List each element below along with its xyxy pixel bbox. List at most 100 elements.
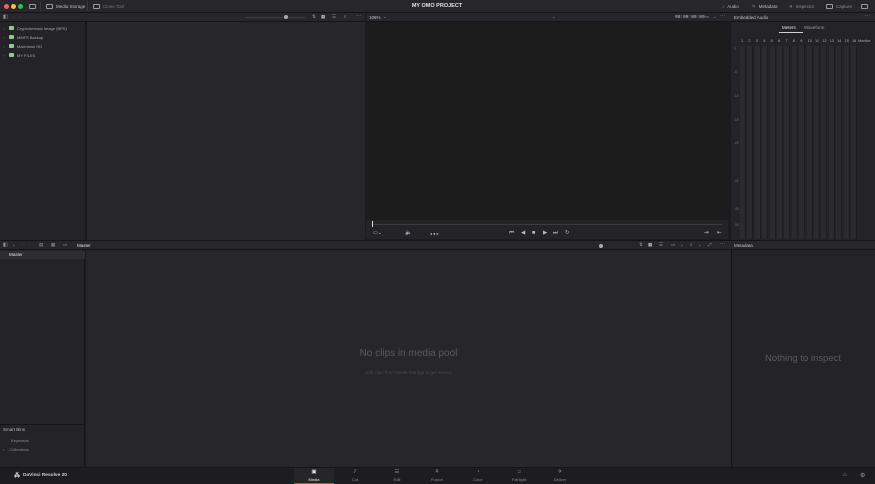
- metadata-panel-button[interactable]: ✎ Metadata: [752, 2, 778, 11]
- more-options-icon[interactable]: ···: [865, 13, 870, 19]
- go-to-end-button[interactable]: ⏭: [553, 230, 558, 237]
- loop-button[interactable]: ↻: [565, 230, 570, 236]
- bin-list-toggle-icon[interactable]: ◧: [3, 242, 8, 248]
- bin-list: [0, 250, 85, 467]
- go-to-start-button[interactable]: ⏮: [509, 230, 514, 237]
- home-icon[interactable]: ⌂: [843, 472, 847, 478]
- meter-channel-number: 9: [800, 39, 803, 43]
- inspector-panel-button[interactable]: ✕ Inspector: [789, 2, 814, 11]
- media-pool-toolbar: ◧ ⌄ ‹ › ▤ ▦ ▭ Master ⇅ ▦ ☰ ▭ ⌄ ⌕ ⌄ ⤢ ···: [0, 240, 731, 250]
- thumbnail-view-icon[interactable]: ▦: [321, 14, 325, 20]
- db-scale-mark: -50: [734, 223, 739, 227]
- storage-item[interactable]: › Cryptoforensic Image (BPS): [3, 24, 67, 32]
- page-tab-deliver[interactable]: ✈ Deliver: [540, 468, 580, 484]
- meter-channel-number: 2: [748, 39, 751, 43]
- nothing-to-inspect: Nothing to inspect: [764, 353, 842, 364]
- storage-browser-area[interactable]: [87, 22, 365, 240]
- meter-bar: [806, 46, 813, 239]
- page-tab-label: Media: [308, 476, 320, 482]
- back-arrow-icon[interactable]: ‹: [22, 242, 23, 247]
- chevron-down-icon[interactable]: ⌄: [713, 14, 716, 19]
- grid-icon[interactable]: ▦: [51, 242, 55, 248]
- storage-item[interactable]: › MY FILES: [3, 51, 35, 59]
- tab-meters[interactable]: Meters: [782, 25, 796, 30]
- back-arrow-icon[interactable]: ‹: [13, 14, 14, 19]
- chevron-down-icon[interactable]: ⌄: [12, 242, 15, 247]
- viewer-scrubber[interactable]: [366, 220, 728, 228]
- page-tab-fairlight[interactable]: ♫ Fairlight: [499, 468, 539, 484]
- chevron-down-icon[interactable]: ⌄: [383, 14, 386, 19]
- smart-bin-collections[interactable]: › Collections: [3, 447, 83, 452]
- tab-waveform[interactable]: Waveform: [804, 25, 824, 30]
- page-tab-color[interactable]: ◔ Color: [458, 468, 498, 484]
- minimize-window-button[interactable]: [11, 4, 16, 9]
- viewer-canvas[interactable]: [366, 22, 728, 220]
- search-icon[interactable]: ⌕: [344, 14, 347, 19]
- capture-panel-button[interactable]: Capture: [826, 2, 852, 11]
- bin-master[interactable]: Master: [0, 251, 85, 259]
- viewer-frame-icon[interactable]: ▭⌄: [373, 230, 382, 236]
- monitor-label: Monitor: [858, 39, 871, 43]
- thumbnail-size-slider[interactable]: [245, 17, 305, 18]
- chevron-down-icon[interactable]: ⌄: [680, 242, 683, 247]
- expand-icon[interactable]: ⤢: [708, 242, 712, 247]
- chevron-down-icon[interactable]: ⌄: [552, 14, 555, 19]
- settings-icon[interactable]: ⚙: [860, 472, 865, 479]
- page-tab-fusion[interactable]: ⚘ Fusion: [417, 468, 457, 484]
- clone-tool-button[interactable]: Clone Tool: [93, 2, 124, 11]
- new-bin-icon[interactable]: ▤: [39, 242, 43, 248]
- music-note-icon: ♪: [722, 4, 725, 9]
- panel-toggle-icon[interactable]: ◧: [3, 14, 8, 20]
- sort-icon[interactable]: ⇅: [639, 242, 643, 248]
- filter-icon[interactable]: ▭: [671, 242, 675, 248]
- db-scale-mark: -5: [734, 70, 737, 74]
- meter-bar: [851, 46, 857, 239]
- forward-arrow-icon[interactable]: ›: [29, 242, 30, 247]
- meter-channel-number: 16: [852, 39, 857, 43]
- meter-channel-number: 3: [755, 39, 758, 43]
- page-tab-cut[interactable]: ⫽ Cut: [335, 468, 375, 484]
- stop-button[interactable]: ■: [532, 230, 535, 236]
- meter-bar: [784, 46, 791, 239]
- more-options-icon[interactable]: ···: [720, 241, 725, 247]
- zoom-level[interactable]: 106%: [369, 15, 381, 20]
- page-tab-edit[interactable]: ☰ Edit: [377, 468, 417, 484]
- viewer-mode-icon[interactable]: ▭: [705, 14, 709, 20]
- play-button[interactable]: ▶: [543, 230, 547, 236]
- page-tab-label: Edit: [393, 477, 401, 482]
- more-options-icon[interactable]: ···: [720, 13, 725, 19]
- media-storage-button[interactable]: Media Storage: [46, 2, 85, 11]
- volume-icon[interactable]: 🔈: [405, 230, 412, 236]
- media-storage-icon: [46, 4, 53, 9]
- storage-item[interactable]: › Macintosh HD: [3, 42, 42, 50]
- mark-out-button[interactable]: ⇤: [717, 230, 722, 236]
- forward-arrow-icon[interactable]: ›: [19, 14, 20, 19]
- thumbnail-size-handle[interactable]: [599, 244, 603, 248]
- storage-item-label: Cryptoforensic Image (BPS): [17, 25, 67, 31]
- capture-icon: [826, 4, 833, 9]
- more-options-icon[interactable]: ···: [356, 13, 361, 19]
- mark-in-button[interactable]: ⇥: [704, 230, 709, 236]
- sidebar-toggle-button[interactable]: [29, 2, 36, 11]
- storage-item[interactable]: › MMFS Backup: [3, 33, 43, 41]
- list-view-icon[interactable]: ☰: [659, 242, 663, 248]
- close-window-button[interactable]: [4, 4, 9, 9]
- transport-controls: ▭⌄ 🔈 ◂ ● ▸ ⏮ ◀ ■ ▶ ⏭ ↻ ⇥ ⇤: [366, 228, 728, 239]
- workspace-button[interactable]: [861, 2, 868, 11]
- slider-handle[interactable]: [284, 15, 288, 19]
- chevron-down-icon[interactable]: ⌄: [698, 242, 701, 247]
- list-view-icon[interactable]: ☰: [332, 14, 336, 20]
- search-icon[interactable]: ⌕: [690, 242, 693, 247]
- breadcrumb[interactable]: Master: [77, 243, 91, 248]
- play-reverse-button[interactable]: ◀: [521, 230, 525, 236]
- sort-icon[interactable]: ⇅: [312, 14, 316, 20]
- jog-control[interactable]: ◂ ● ▸: [430, 231, 439, 236]
- playhead[interactable]: [372, 221, 373, 227]
- page-tab-media[interactable]: ▣ Media: [294, 468, 334, 484]
- clip-icon[interactable]: ▭: [63, 242, 67, 248]
- zoom-window-button[interactable]: [18, 4, 23, 9]
- audio-panel-button[interactable]: ♪ Audio: [722, 2, 739, 11]
- cut-page-icon: ⫽: [353, 469, 357, 475]
- smart-bin-keywords[interactable]: Keywords: [11, 438, 29, 443]
- thumbnail-view-icon[interactable]: ▦: [648, 242, 652, 248]
